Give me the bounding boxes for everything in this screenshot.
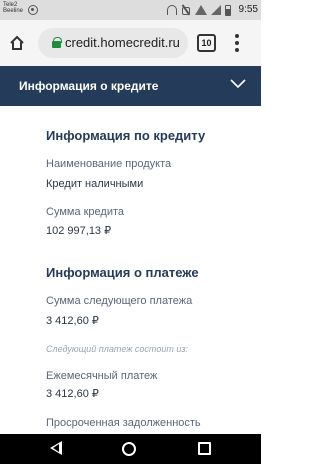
lock-icon — [52, 37, 62, 48]
content: Информация по кредиту Наименование проду… — [0, 106, 261, 434]
battery-icon — [225, 4, 231, 16]
credit-info-heading: Информация по кредиту — [46, 128, 206, 143]
wifi-icon — [195, 5, 207, 15]
next-payment-label: Сумма следующего платежа — [46, 295, 193, 307]
system-nav-bar — [0, 434, 261, 464]
headset-icon — [167, 5, 177, 15]
monthly-label: Ежемесячный платеж — [46, 370, 158, 382]
notification-icon — [28, 5, 38, 15]
address-bar[interactable]: credit.homecredit.ru — [38, 28, 188, 58]
overdue-label: Просроченная задолженность — [46, 417, 201, 429]
product-value: Кредит наличными — [46, 178, 144, 190]
next-payment-value: 3 412,60 ₽ — [46, 315, 99, 327]
signal-icon — [211, 5, 221, 15]
amount-value: 102 997,13 ₽ — [46, 225, 112, 237]
amount-label: Сумма кредита — [46, 206, 125, 218]
home-icon[interactable] — [9, 35, 25, 51]
back-icon[interactable] — [50, 441, 62, 455]
consists-note: Следующий платеж состоит из: — [46, 344, 189, 354]
carrier-2: Beeline — [3, 8, 24, 14]
status-bar: Tele2 Beeline 9:55 — [0, 0, 261, 20]
chevron-down-icon[interactable] — [230, 79, 246, 89]
browser-toolbar: credit.homecredit.ru 10 — [0, 20, 261, 66]
url-text[interactable]: credit.homecredit.ru — [65, 35, 180, 51]
more-vert-icon[interactable] — [235, 34, 239, 52]
clock: 9:55 — [238, 4, 258, 15]
mute-icon — [181, 5, 191, 15]
credit-info-header[interactable]: Информация о кредите — [0, 66, 261, 106]
home-circle-icon[interactable] — [122, 442, 136, 456]
section-title: Информация о кредите — [19, 79, 159, 93]
status-icons — [167, 4, 231, 16]
tab-switcher-button[interactable]: 10 — [197, 34, 216, 52]
payment-info-heading: Информация о платеже — [46, 265, 199, 280]
carrier-names: Tele2 Beeline — [3, 2, 23, 14]
product-label: Наименование продукта — [46, 158, 172, 170]
recent-apps-icon[interactable] — [198, 442, 211, 455]
monthly-value: 3 412,60 ₽ — [46, 388, 99, 400]
